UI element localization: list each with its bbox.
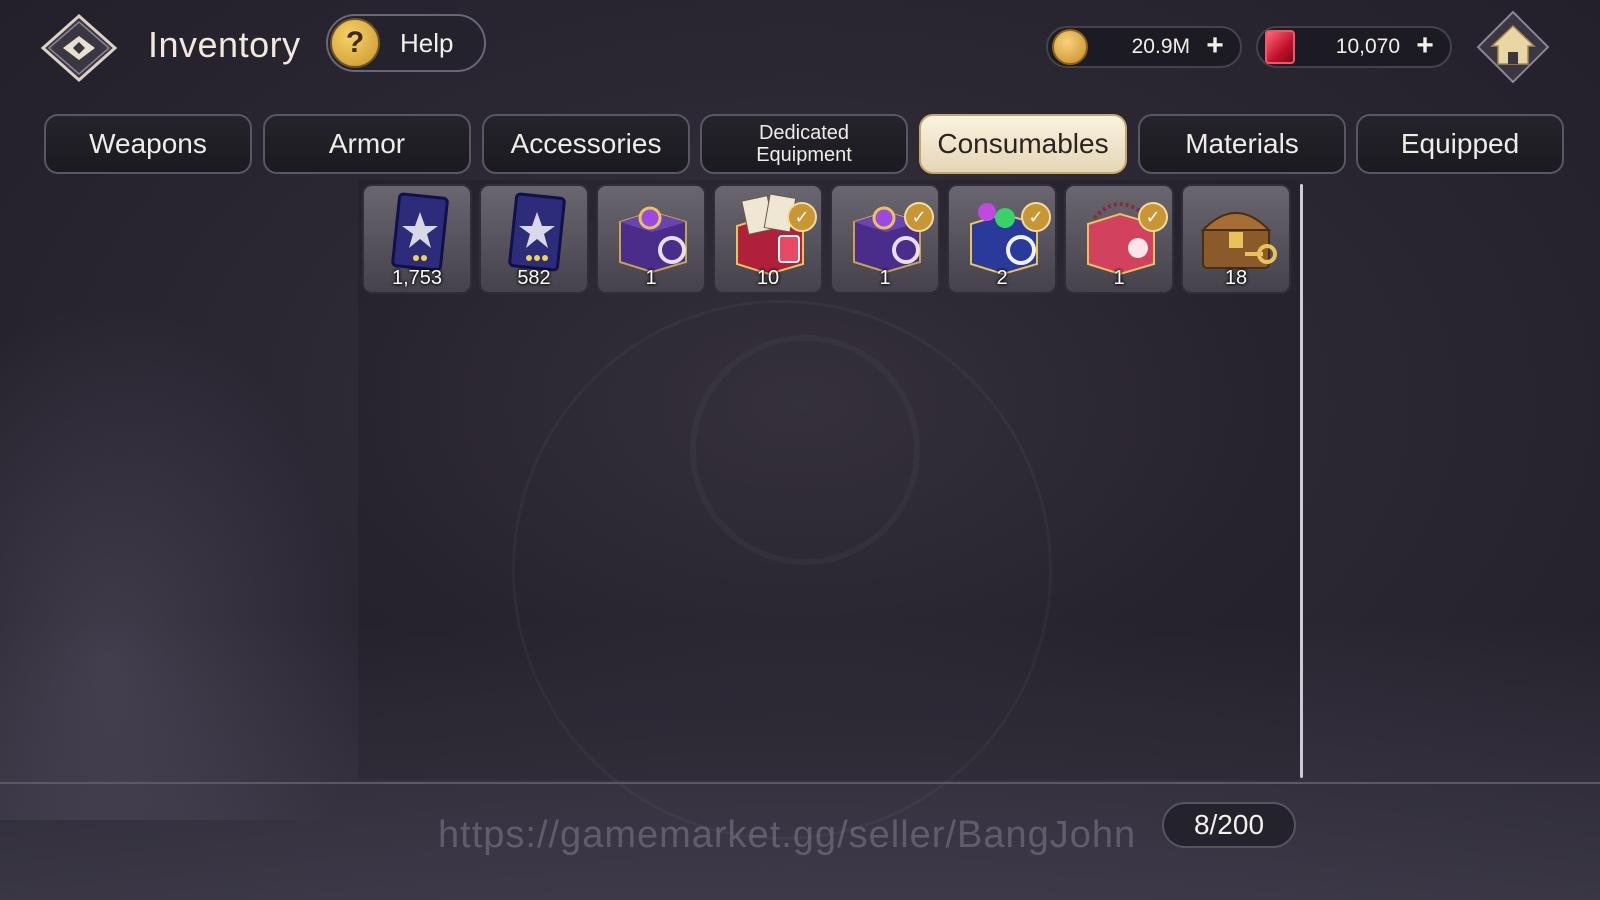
item-count: 18 (1224, 267, 1248, 289)
tab-weapons[interactable]: Weapons (44, 114, 252, 174)
footer-divider (0, 782, 1600, 784)
treasure-chest-icon (1200, 212, 1277, 269)
check-icon: ✓ (904, 202, 934, 232)
item-slot[interactable]: ✓ 2 (947, 184, 1057, 294)
compass-back-icon (40, 13, 118, 83)
item-count: 582 (517, 267, 551, 289)
gold-currency: 20.9M + (1046, 26, 1242, 68)
purple-ring-box-icon (619, 206, 687, 274)
tab-equipped[interactable]: Equipped (1356, 114, 1564, 174)
gold-amount: 20.9M (1131, 35, 1190, 58)
check-icon: ✓ (1138, 202, 1168, 232)
gem-amount: 10,070 (1335, 35, 1400, 58)
help-button[interactable]: ? Help (326, 14, 486, 72)
check-icon: ✓ (1021, 202, 1051, 232)
home-button[interactable] (1476, 10, 1550, 84)
item-count: 2 (996, 267, 1008, 289)
item-count: 10 (756, 267, 780, 289)
add-gold-button[interactable]: + (1200, 31, 1230, 62)
tab-dedicated-equipment[interactable]: Dedicated Equipment (700, 114, 908, 174)
item-slot[interactable]: 18 (1181, 184, 1291, 294)
tab-materials[interactable]: Materials (1138, 114, 1346, 174)
item-count: 1 (879, 267, 891, 289)
gem-currency: 10,070 + (1256, 26, 1452, 68)
tab-accessories[interactable]: Accessories (482, 114, 690, 174)
question-icon: ? (330, 18, 380, 68)
category-tabs: Weapons Armor Accessories Dedicated Equi… (44, 114, 1570, 174)
page-title: Inventory (148, 24, 301, 65)
item-count: 1 (1113, 267, 1125, 289)
item-slot[interactable]: ✓ 1 (1064, 184, 1174, 294)
check-icon: ✓ (787, 202, 817, 232)
gold-coin-icon (1052, 29, 1088, 65)
item-slot[interactable]: ✓ 10 (713, 184, 823, 294)
item-slot[interactable]: 1,753 (362, 184, 472, 294)
red-gem-icon (1262, 29, 1298, 65)
item-slot[interactable]: 582 (479, 184, 589, 294)
item-count: 1 (645, 267, 657, 289)
home-icon (1476, 10, 1550, 84)
back-button[interactable] (38, 12, 120, 84)
tab-consumables[interactable]: Consumables (919, 114, 1127, 174)
help-label: Help (400, 27, 454, 58)
watermark: https://gamemarket.gg/seller/BangJohn (438, 814, 1137, 856)
item-slot[interactable]: 1 (596, 184, 706, 294)
blue-card-icon (508, 192, 566, 272)
inventory-capacity: 8/200 (1162, 802, 1296, 848)
blue-card-icon (391, 192, 449, 272)
item-count: 1,753 (391, 267, 443, 289)
tab-armor[interactable]: Armor (263, 114, 471, 174)
item-slot[interactable]: ✓ 1 (830, 184, 940, 294)
scrollbar[interactable] (1300, 184, 1303, 778)
add-gem-button[interactable]: + (1410, 31, 1440, 62)
